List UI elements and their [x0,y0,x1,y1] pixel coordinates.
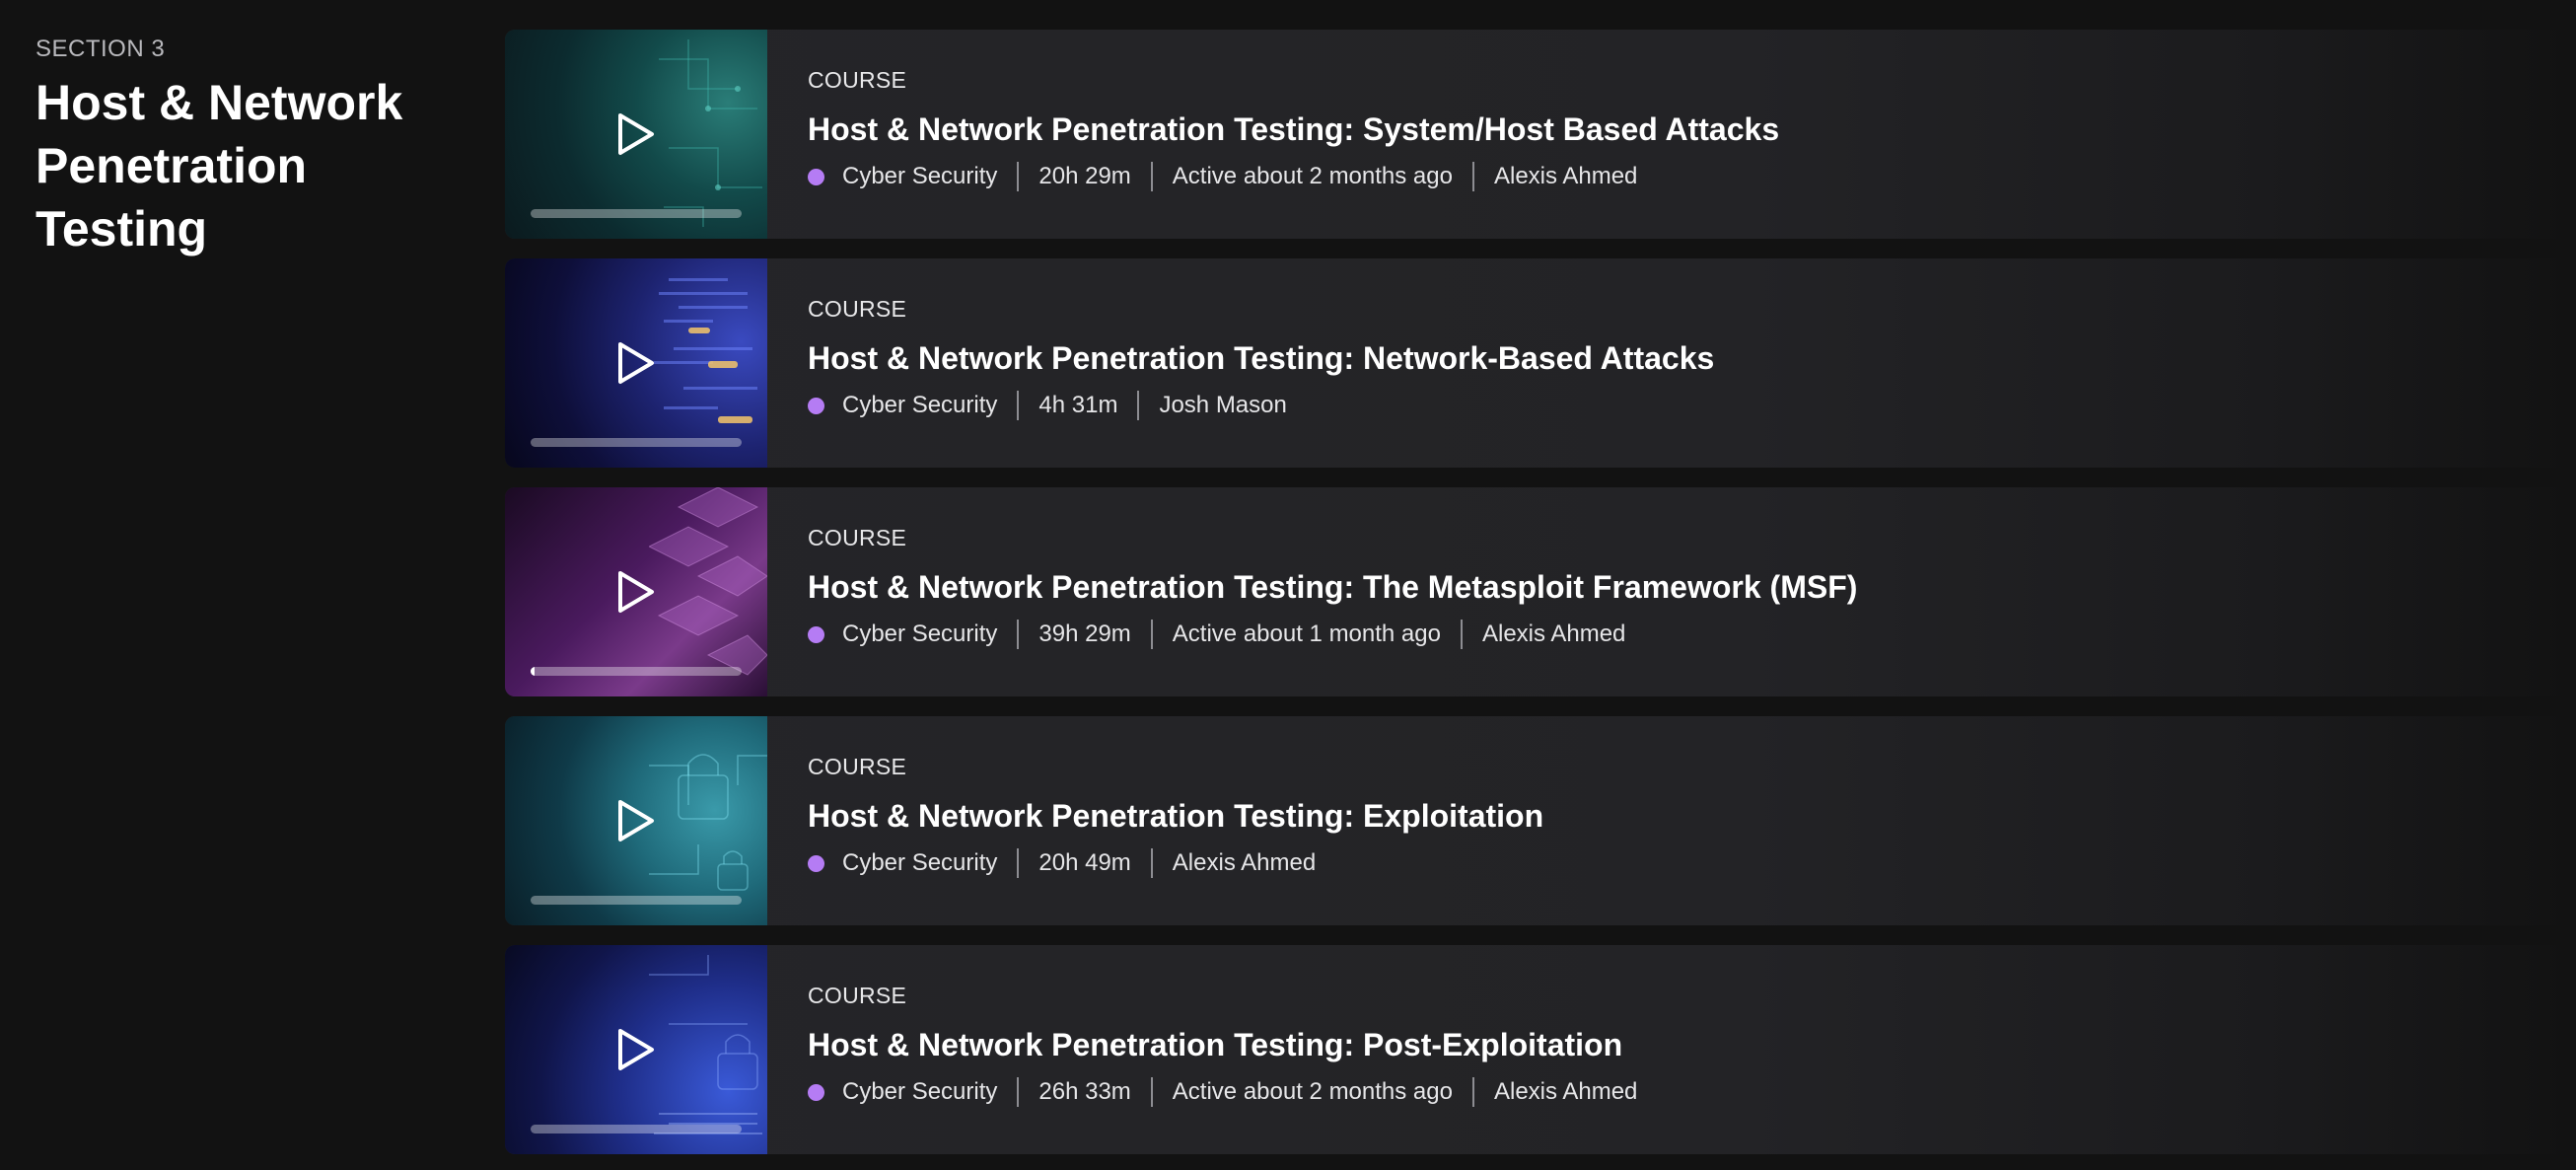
course-category: Cyber Security [842,849,998,876]
progress-bar [531,667,742,676]
category-dot-icon [808,168,824,185]
meta-divider [1150,620,1153,649]
course-category: Cyber Security [842,621,998,647]
course-title[interactable]: Host & Network Penetration Testing: Netw… [808,340,2576,377]
course-meta: Cyber Security 20h 49m Alexis Ahmed [808,848,2576,878]
course-meta: Cyber Security 26h 33m Active about 2 mo… [808,1077,2576,1107]
meta-divider [1017,162,1020,191]
course-meta: Cyber Security 4h 31m Josh Mason [808,391,2576,420]
course-title[interactable]: Host & Network Penetration Testing: Expl… [808,798,2576,835]
progress-bar [531,1125,742,1133]
course-category: Cyber Security [842,163,998,189]
lock-circuit-graphic [649,754,767,891]
play-icon[interactable] [616,112,656,156]
course-type-label: COURSE [808,525,907,550]
progress-bar [531,438,742,447]
meta-divider [1150,162,1153,191]
course-thumbnail[interactable] [505,487,767,696]
course-thumbnail[interactable] [505,30,767,239]
course-activity: Active about 2 months ago [1172,1078,1453,1105]
section-title: Host & Network Penetration Testing [36,75,403,256]
play-icon[interactable] [616,799,656,842]
meta-divider [1017,1077,1020,1107]
course-duration: 4h 31m [1038,392,1118,418]
course-author[interactable]: Josh Mason [1159,392,1286,419]
course-thumbnail[interactable] [505,945,767,1154]
course-duration: 39h 29m [1038,621,1131,647]
course-activity: Active about 1 month ago [1172,621,1441,647]
category-dot-icon [808,854,824,872]
lock-network-graphic [649,955,762,1134]
course-type-label: COURSE [808,983,907,1008]
category-dot-icon [808,625,824,643]
course-category: Cyber Security [842,1078,998,1105]
meta-divider [1471,162,1474,191]
code-screen-graphic [654,278,757,423]
progress-bar [531,209,742,218]
category-dot-icon [808,1083,824,1101]
meta-divider [1137,391,1140,420]
course-duration: 26h 33m [1038,1078,1131,1105]
course-author[interactable]: Alexis Ahmed [1494,1078,1637,1106]
circuit-graphic [659,39,762,227]
meta-divider [1017,391,1020,420]
course-type-label: COURSE [808,67,907,93]
course-meta: Cyber Security 39h 29m Active about 1 mo… [808,620,2576,649]
course-info: COURSE Host & Network Penetration Testin… [808,67,2576,191]
play-icon[interactable] [616,341,656,385]
meta-divider [1017,848,1020,878]
meta-divider [1471,1077,1474,1107]
course-info: COURSE Host & Network Penetration Testin… [808,296,2576,420]
course-card[interactable]: COURSE Host & Network Penetration Testin… [505,716,2576,925]
meta-divider [1460,620,1463,649]
course-card[interactable]: COURSE Host & Network Penetration Testin… [505,30,2576,239]
course-thumbnail[interactable] [505,716,767,925]
course-list: COURSE Host & Network Penetration Testin… [505,30,2576,1170]
course-author[interactable]: Alexis Ahmed [1494,163,1637,190]
meta-divider [1150,848,1153,878]
course-meta: Cyber Security 20h 29m Active about 2 mo… [808,162,2576,191]
course-activity: Active about 2 months ago [1172,163,1453,189]
course-card[interactable]: COURSE Host & Network Penetration Testin… [505,487,2576,696]
section-header: SECTION 3 Host & Network Penetration Tes… [36,36,450,260]
category-dot-icon [808,397,824,414]
course-card[interactable]: COURSE Host & Network Penetration Testin… [505,945,2576,1154]
progress-fill [531,667,536,676]
course-info: COURSE Host & Network Penetration Testin… [808,983,2576,1107]
course-author[interactable]: Alexis Ahmed [1173,849,1316,877]
course-category: Cyber Security [842,392,998,418]
section-label: SECTION 3 [36,36,166,62]
course-info: COURSE Host & Network Penetration Testin… [808,754,2576,878]
meta-divider [1150,1077,1153,1107]
course-author[interactable]: Alexis Ahmed [1482,621,1625,648]
course-thumbnail[interactable] [505,258,767,468]
meta-divider [1017,620,1020,649]
course-duration: 20h 49m [1038,849,1131,876]
course-type-label: COURSE [808,296,907,322]
course-info: COURSE Host & Network Penetration Testin… [808,525,2576,649]
progress-bar [531,896,742,905]
course-title[interactable]: Host & Network Penetration Testing: Syst… [808,111,2576,148]
course-card[interactable]: COURSE Host & Network Penetration Testin… [505,258,2576,468]
course-title[interactable]: Host & Network Penetration Testing: Post… [808,1027,2576,1063]
course-title[interactable]: Host & Network Penetration Testing: The … [808,569,2576,606]
play-icon[interactable] [616,1028,656,1071]
course-type-label: COURSE [808,754,907,779]
course-duration: 20h 29m [1038,163,1131,189]
cubes-graphic [649,487,767,676]
play-icon[interactable] [616,570,656,614]
page: SECTION 3 Host & Network Penetration Tes… [0,0,2576,1170]
